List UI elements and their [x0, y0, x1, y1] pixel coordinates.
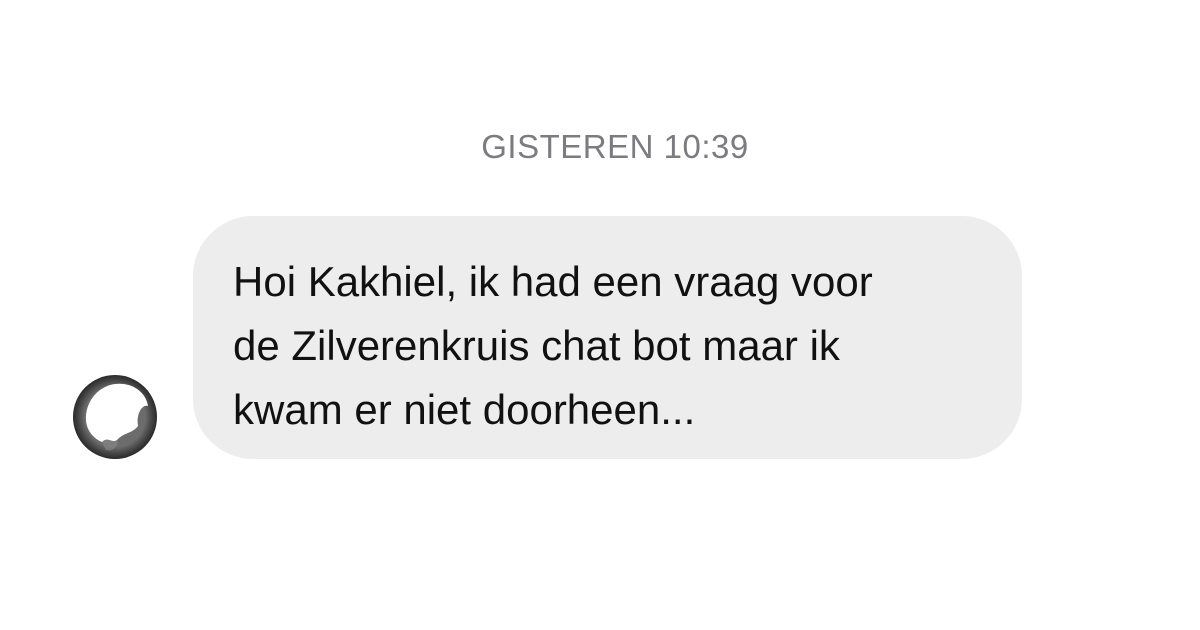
- message-line: de Zilverenkruis chat bot maar ik: [233, 322, 840, 369]
- avatar-image: [73, 375, 157, 459]
- message-timestamp: GISTEREN 10:39: [481, 128, 749, 165]
- message-text: Hoi Kakhiel, ik had een vraag voor de Zi…: [233, 250, 1002, 442]
- message-line: kwam er niet doorheen...: [233, 386, 696, 433]
- message-bubble[interactable]: Hoi Kakhiel, ik had een vraag voor de Zi…: [193, 216, 1022, 459]
- message-line: Hoi Kakhiel, ik had een vraag voor: [233, 258, 873, 305]
- sender-avatar[interactable]: [72, 374, 158, 460]
